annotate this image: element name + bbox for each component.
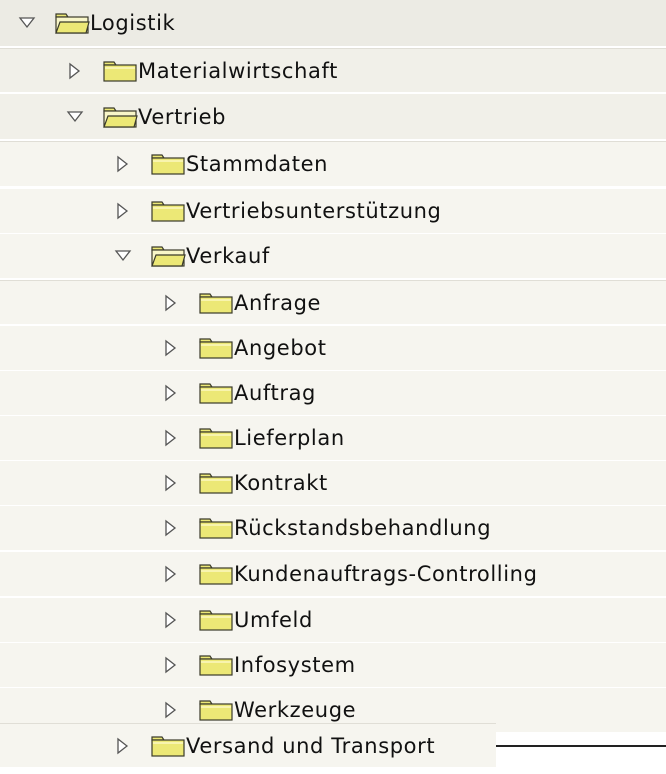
- tree-node[interactable]: Anfrage: [0, 280, 666, 324]
- folder-closed-icon: [150, 734, 186, 758]
- tree-node[interactable]: Kundenauftrags-Controlling: [0, 552, 666, 596]
- tree-node[interactable]: Materialwirtschaft: [0, 48, 666, 92]
- folder-open-icon: [102, 105, 138, 129]
- collapsed-arrow-icon[interactable]: [162, 565, 180, 583]
- collapsed-arrow-icon[interactable]: [162, 701, 180, 719]
- folder-open-icon: [150, 244, 186, 268]
- tree-node[interactable]: Rückstandsbehandlung: [0, 506, 666, 550]
- tree-node[interactable]: Vertriebsunterstützung: [0, 189, 666, 233]
- folder-closed-icon: [198, 653, 234, 677]
- tree-node[interactable]: Verkauf: [0, 234, 666, 278]
- folder-closed-icon: [198, 698, 234, 722]
- expanded-arrow-icon[interactable]: [18, 14, 36, 32]
- tree-node[interactable]: Infosystem: [0, 643, 666, 687]
- folder-closed-icon: [102, 59, 138, 83]
- folder-open-icon: [54, 11, 90, 35]
- collapsed-arrow-icon[interactable]: [114, 202, 132, 220]
- collapsed-arrow-icon[interactable]: [162, 429, 180, 447]
- folder-closed-icon: [198, 562, 234, 586]
- collapsed-arrow-icon[interactable]: [162, 611, 180, 629]
- folder-closed-icon: [150, 199, 186, 223]
- tree-node-label: Materialwirtschaft: [138, 58, 338, 83]
- folder-closed-icon: [150, 152, 186, 176]
- tree-node-label: Angebot: [234, 336, 327, 360]
- tree-node-label: Kundenauftrags-Controlling: [234, 562, 538, 586]
- tree-node-label: Werkzeuge: [234, 698, 357, 722]
- collapsed-arrow-icon[interactable]: [162, 339, 180, 357]
- tree-node[interactable]: Lieferplan: [0, 416, 666, 460]
- folder-closed-icon: [198, 608, 234, 632]
- tree-node-label: Vertriebsunterstützung: [186, 199, 442, 223]
- folder-closed-icon: [198, 336, 234, 360]
- tree-node-label: Versand und Transport: [186, 733, 436, 758]
- collapsed-arrow-icon[interactable]: [162, 656, 180, 674]
- tree-node[interactable]: Kontrakt: [0, 461, 666, 505]
- tree-node-label: Auftrag: [234, 381, 316, 405]
- tree-node-label: Anfrage: [234, 290, 322, 315]
- tree-node[interactable]: Versand und Transport: [0, 723, 496, 767]
- collapsed-arrow-icon[interactable]: [162, 294, 180, 312]
- collapsed-arrow-icon[interactable]: [162, 384, 180, 402]
- expanded-arrow-icon[interactable]: [66, 108, 84, 126]
- tree-node[interactable]: Umfeld: [0, 598, 666, 642]
- tree-node-label: Rückstandsbehandlung: [234, 516, 492, 540]
- tree-node[interactable]: Vertrieb: [0, 94, 666, 139]
- folder-closed-icon: [198, 516, 234, 540]
- collapsed-arrow-icon[interactable]: [162, 474, 180, 492]
- collapsed-arrow-icon[interactable]: [66, 62, 84, 80]
- tree-node-label: Stammdaten: [186, 152, 329, 176]
- folder-closed-icon: [198, 426, 234, 450]
- expanded-arrow-icon[interactable]: [114, 247, 132, 265]
- tree-node-label: Verkauf: [186, 244, 270, 268]
- connector-line: [496, 745, 666, 747]
- folder-closed-icon: [198, 291, 234, 315]
- tree-node[interactable]: Logistik: [0, 0, 666, 46]
- tree-node[interactable]: Stammdaten: [0, 141, 666, 186]
- collapsed-arrow-icon[interactable]: [114, 155, 132, 173]
- tree-node-label: Logistik: [90, 11, 176, 35]
- tree-node[interactable]: Angebot: [0, 326, 666, 370]
- folder-closed-icon: [198, 381, 234, 405]
- folder-closed-icon: [198, 471, 234, 495]
- collapsed-arrow-icon[interactable]: [162, 519, 180, 537]
- tree-node-label: Kontrakt: [234, 471, 328, 495]
- tree-node[interactable]: Auftrag: [0, 371, 666, 415]
- collapsed-arrow-icon[interactable]: [114, 737, 132, 755]
- tree-node-label: Umfeld: [234, 608, 313, 632]
- tree-node-label: Infosystem: [234, 653, 356, 677]
- menu-tree: Logistik Materialwirtschaft Vertrieb Stammd…: [0, 0, 666, 774]
- tree-node-label: Vertrieb: [138, 104, 227, 129]
- tree-node-label: Lieferplan: [234, 426, 345, 450]
